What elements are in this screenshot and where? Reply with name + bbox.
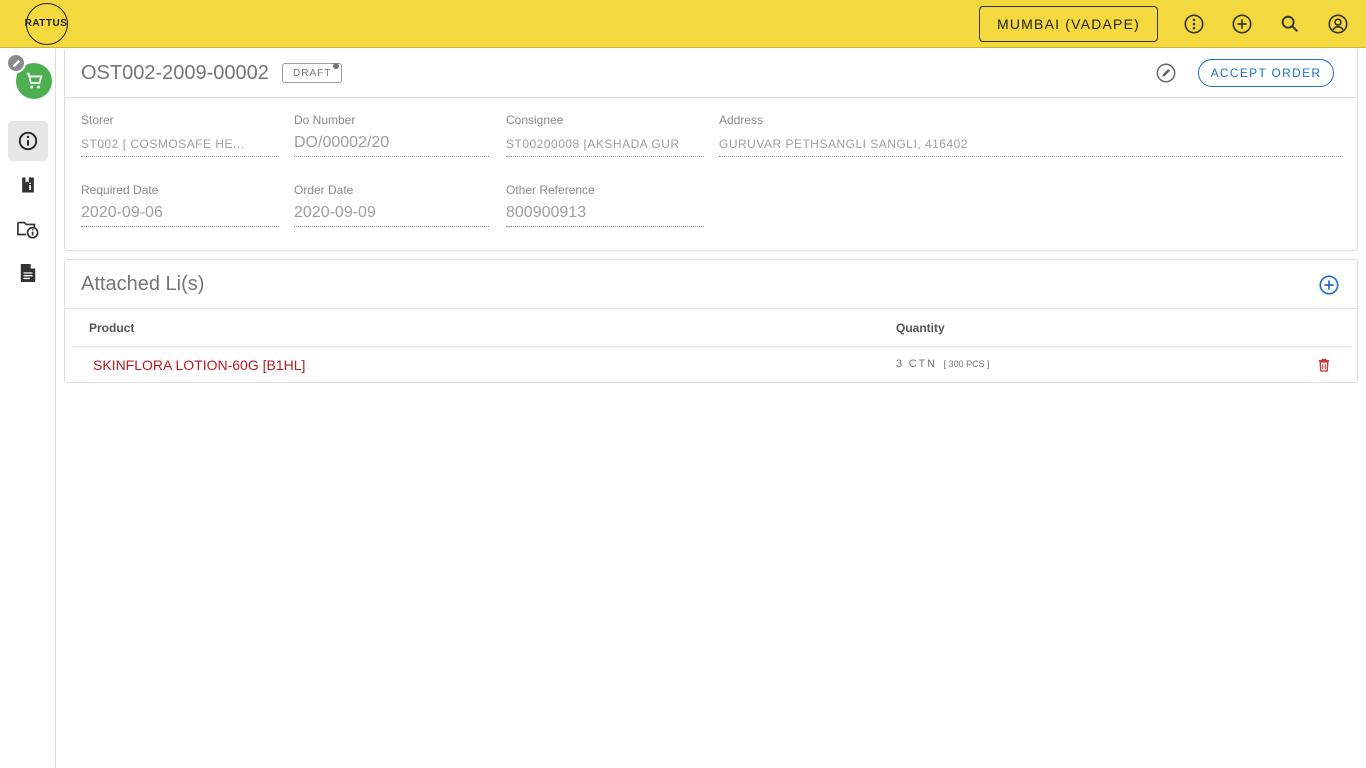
- other-reference-field: Other Reference 800900913: [506, 183, 704, 227]
- storer-value: ST002 [ COSMOSAFE HE...: [81, 133, 279, 157]
- line-product-link[interactable]: SKINFLORA LOTION-60G [B1HL]: [93, 357, 305, 373]
- order-date-field: Order Date 2020-09-09: [294, 183, 489, 227]
- search-icon[interactable]: [1278, 12, 1302, 36]
- app-logo[interactable]: RATTUS: [20, 3, 72, 45]
- address-label: Address: [719, 113, 764, 127]
- order-header: OST002-2009-00002 DRAFT ACCEPT ORDER: [65, 48, 1357, 98]
- info-document-icon: [22, 177, 34, 193]
- add-circle-icon[interactable]: [1230, 12, 1254, 36]
- rail-item-info[interactable]: [8, 121, 48, 161]
- edit-order-button[interactable]: [1154, 61, 1178, 85]
- address-value: GURUVAR PETHSANGLI SANGLI, 416402: [719, 133, 1343, 157]
- trash-icon: [1318, 358, 1330, 372]
- other-reference-value: 800900913: [506, 203, 704, 227]
- order-id: OST002-2009-00002: [81, 62, 269, 84]
- edit-circle-icon: [1156, 63, 1176, 83]
- status-dot: [333, 63, 339, 69]
- document-icon: [20, 264, 36, 282]
- consignee-label: Consignee: [506, 113, 564, 127]
- required-date-label: Required Date: [81, 183, 159, 197]
- rail-item-document[interactable]: [8, 253, 48, 293]
- storer-field: Storer ST002 [ COSMOSAFE HE...: [81, 113, 279, 157]
- attached-lines-card: Attached Li(s) Product Quantity SKINFLOR…: [64, 259, 1358, 383]
- shopping-cart-icon: [26, 72, 43, 89]
- row-divider: [73, 346, 1351, 347]
- do-number-field: Do Number DO/00002/20: [294, 113, 489, 157]
- storer-label: Storer: [81, 113, 114, 127]
- order-date-label: Order Date: [294, 183, 354, 197]
- top-app-bar: RATTUS MUMBAI (VADAPE): [0, 0, 1366, 48]
- column-header-product: Product: [89, 321, 135, 335]
- other-reference-label: Other Reference: [506, 183, 595, 197]
- line-quantity-main: 3 CTN: [896, 358, 937, 370]
- do-number-value: DO/00002/20: [294, 133, 489, 157]
- lines-header: Attached Li(s): [65, 260, 1357, 309]
- account-circle-icon[interactable]: [1326, 12, 1350, 36]
- location-selector-button[interactable]: MUMBAI (VADAPE): [979, 6, 1158, 42]
- accept-order-button[interactable]: ACCEPT ORDER: [1198, 59, 1334, 87]
- edit-order-type-button[interactable]: [6, 53, 26, 73]
- do-number-label: Do Number: [294, 113, 356, 127]
- info-icon: [18, 131, 38, 151]
- order-date-value: 2020-09-09: [294, 203, 489, 227]
- line-quantity-pieces: [ 300 PCS ]: [943, 359, 990, 369]
- more-vertical-icon[interactable]: [1182, 12, 1206, 36]
- left-nav-rail: [0, 48, 56, 768]
- folder-info-icon: [17, 221, 39, 239]
- pencil-icon: [12, 59, 20, 67]
- rail-item-folder-info[interactable]: [8, 209, 48, 249]
- add-line-button[interactable]: [1318, 274, 1340, 296]
- order-details-card: OST002-2009-00002 DRAFT ACCEPT ORDER Sto…: [64, 48, 1358, 251]
- column-header-quantity: Quantity: [896, 321, 945, 335]
- line-quantity: 3 CTN [ 300 PCS ]: [896, 358, 990, 370]
- add-circle-icon: [1319, 275, 1339, 295]
- required-date-field: Required Date 2020-09-06: [81, 183, 279, 227]
- required-date-value: 2020-09-06: [81, 203, 279, 227]
- consignee-value: ST00200008 [AKSHADA GUR: [506, 133, 704, 157]
- delete-line-button[interactable]: [1315, 356, 1333, 374]
- rail-item-info-document[interactable]: [8, 165, 48, 205]
- address-field: Address GURUVAR PETHSANGLI SANGLI, 41640…: [719, 113, 1343, 157]
- lines-title: Attached Li(s): [81, 273, 205, 295]
- consignee-field: Consignee ST00200008 [AKSHADA GUR: [506, 113, 704, 157]
- logo-text: RATTUS: [24, 18, 68, 29]
